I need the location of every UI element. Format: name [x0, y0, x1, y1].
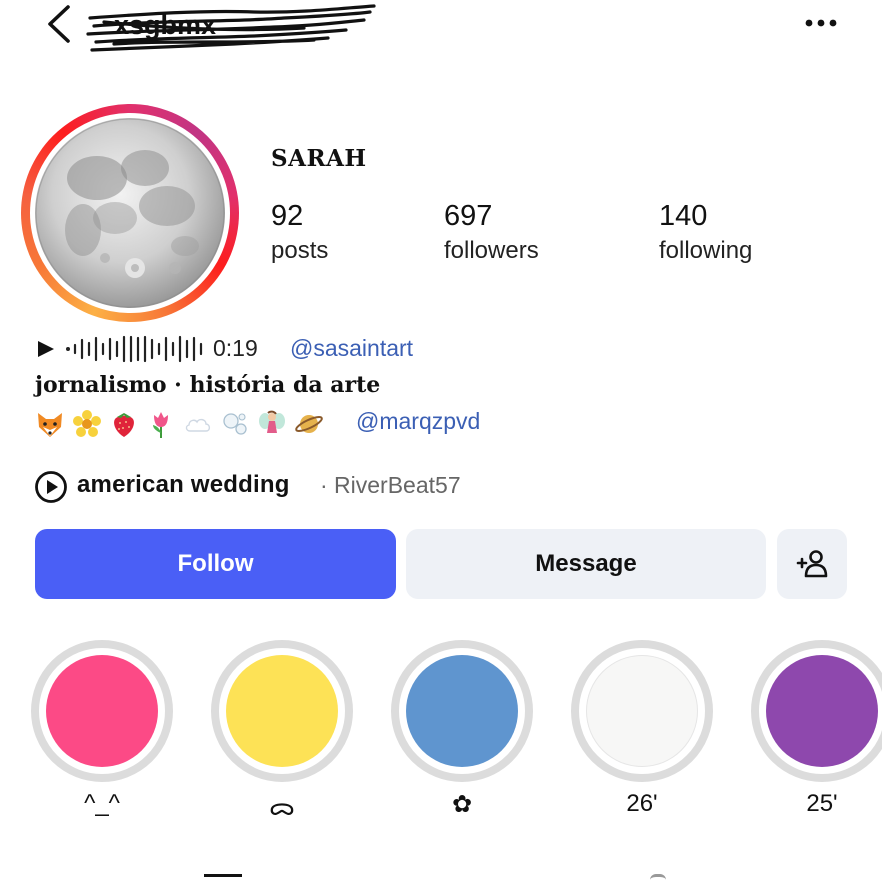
audio-play-icon[interactable]: [36, 339, 56, 359]
suggested-users-button[interactable]: [777, 529, 847, 599]
followers-label[interactable]: followers: [444, 237, 539, 265]
fox-emoji-icon: [38, 413, 62, 437]
bubbles-emoji-icon: [223, 413, 247, 435]
bio-emoji-row: [35, 407, 324, 441]
scribble-overlay: [86, 4, 376, 52]
highlight-3[interactable]: [391, 640, 533, 782]
avatar-moon-image[interactable]: [35, 118, 225, 308]
profile-song-artist[interactable]: · RiverBeat57: [320, 472, 461, 499]
more-options-icon[interactable]: [800, 6, 844, 36]
strawberry-emoji-icon: [114, 413, 134, 437]
highlight-label: ᯅ: [269, 794, 295, 821]
highlight-cover: [406, 655, 518, 767]
bottom-tab-hint-2: [650, 874, 666, 880]
posts-count[interactable]: 92: [271, 200, 303, 233]
username-redacted: xsgbmx: [84, 0, 384, 62]
highlight-4[interactable]: [571, 640, 713, 782]
back-chevron-icon[interactable]: [38, 2, 82, 46]
fairy-emoji-icon: [259, 410, 285, 433]
bio-text: jornalismo · história da arte: [35, 372, 381, 398]
music-play-circle-icon[interactable]: [34, 470, 68, 504]
highlight-label: ✿: [451, 791, 473, 818]
highlight-cover: [46, 655, 158, 767]
highlight-label: 25': [806, 790, 838, 817]
saturn-emoji-icon: [295, 415, 323, 433]
message-button-label: Message: [535, 550, 637, 577]
posts-label[interactable]: posts: [271, 237, 328, 265]
highlight-label: 26': [626, 790, 658, 817]
follow-button-label: Follow: [177, 550, 254, 577]
highlight-cover: [586, 655, 698, 767]
highlight-cover: [766, 655, 878, 767]
mention-link-sasaintart[interactable]: @sasaintart: [290, 335, 413, 362]
profile-song-title[interactable]: american wedding: [77, 471, 290, 499]
cloud-emoji-icon: [185, 418, 211, 432]
highlight-1[interactable]: [31, 640, 173, 782]
mention-link-marqzpvd[interactable]: @marqzpvd: [356, 408, 480, 435]
following-count[interactable]: 140: [659, 200, 707, 233]
highlight-cover: [226, 655, 338, 767]
followers-count[interactable]: 697: [444, 200, 492, 233]
bottom-tab-hint: [204, 874, 242, 880]
blossom-emoji-icon: [73, 410, 101, 437]
display-name: SARAH: [271, 145, 367, 172]
highlight-2[interactable]: [211, 640, 353, 782]
audio-waveform-icon: [66, 335, 203, 363]
audio-duration: 0:19: [213, 335, 258, 361]
follow-button[interactable]: Follow: [35, 529, 396, 599]
following-label[interactable]: following: [659, 237, 752, 265]
message-button[interactable]: Message: [406, 529, 766, 599]
add-user-icon: [796, 550, 828, 578]
highlight-label: ^_^: [84, 790, 120, 817]
tulip-emoji-icon: [153, 412, 168, 438]
highlight-5[interactable]: [751, 640, 882, 782]
